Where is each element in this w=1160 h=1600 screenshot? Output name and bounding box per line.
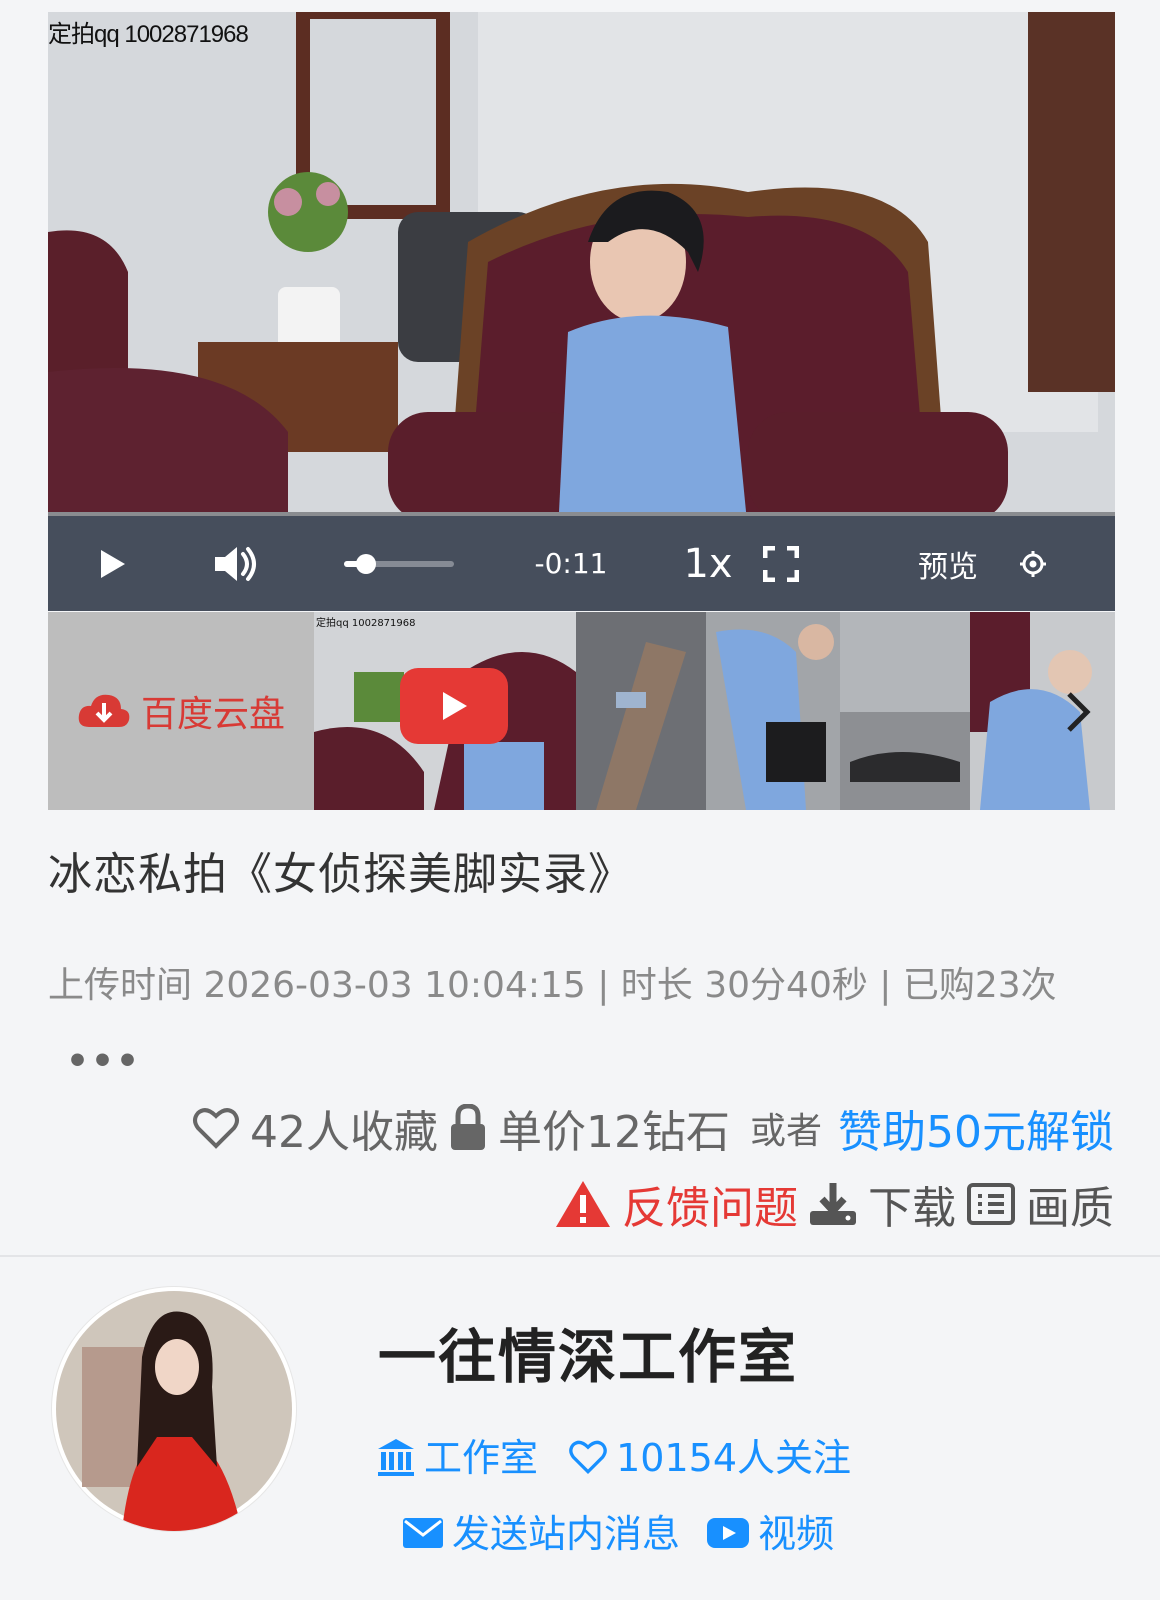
video-meta: 上传时间 2026-03-03 10:04:15 | 时长 30分40秒 | 已…: [48, 948, 1118, 1100]
volume-icon: [215, 546, 256, 581]
list-icon: [967, 1183, 1015, 1225]
thumbnail-image: [840, 612, 970, 810]
lock-icon: [450, 1104, 485, 1150]
youtube-play-icon: [443, 692, 467, 720]
studio-name[interactable]: 一往情深工作室: [378, 1310, 798, 1394]
settings-icon: [1020, 550, 1046, 577]
preview-button[interactable]: 预览: [908, 516, 988, 611]
download-icon: [810, 1183, 856, 1225]
avatar[interactable]: [52, 1287, 296, 1531]
chevron-right-icon: [1067, 692, 1091, 732]
quality-button[interactable]: 画质: [1026, 1172, 1114, 1236]
warning-icon: [556, 1181, 610, 1227]
seek-bar[interactable]: [344, 554, 454, 574]
thumbnail-2[interactable]: [576, 612, 706, 810]
volume-button[interactable]: [208, 516, 264, 611]
fullscreen-icon: [763, 545, 799, 582]
more-icon[interactable]: •••: [66, 1041, 141, 1082]
thumbnail-image: [576, 612, 706, 810]
envelope-icon: [403, 1517, 443, 1548]
settings-button[interactable]: [1008, 516, 1058, 611]
thumbnail-4[interactable]: [840, 612, 970, 810]
video-icon: [707, 1517, 750, 1548]
studio-type-label: 工作室: [424, 1436, 539, 1480]
play-icon: [101, 549, 125, 578]
remaining-time: -0:11: [534, 547, 608, 580]
sponsor-unlock-link[interactable]: 赞助50元解锁: [838, 1096, 1114, 1160]
fullscreen-button[interactable]: [756, 516, 806, 611]
studio-type-link[interactable]: 工作室: [376, 1436, 538, 1480]
unit-price: 单价12钻石: [497, 1107, 730, 1158]
seek-handle[interactable]: [356, 554, 376, 574]
or-label: 或者: [749, 1111, 822, 1152]
thumbnail-play-button[interactable]: [400, 668, 508, 744]
thumbnail-next-button[interactable]: [1048, 682, 1108, 742]
baidu-cloud-button[interactable]: 百度云盘: [48, 612, 314, 810]
thumbnail-strip: 百度云盘 定拍qq 1002871968: [48, 612, 1115, 810]
send-message-label: 发送站内消息: [452, 1512, 681, 1556]
heart-icon[interactable]: [192, 1106, 240, 1150]
baidu-label: 百度云盘: [140, 694, 285, 735]
videos-link[interactable]: 视频: [706, 1512, 834, 1556]
meta-text: 上传时间 2026-03-03 10:04:15 | 时长 30分40秒 | 已…: [48, 965, 1057, 1006]
purchase-row: 42人收藏 单价12钻石 或者 赞助50元解锁: [192, 1096, 1114, 1160]
video-watermark: 定拍qq 1002871968: [48, 21, 249, 48]
thumbnail-3[interactable]: [706, 612, 840, 810]
building-icon: [378, 1438, 414, 1476]
video-title: 冰恋私拍《女侦探美脚实录》: [48, 849, 633, 900]
videos-label: 视频: [758, 1512, 835, 1556]
video-player[interactable]: 定拍qq 1002871968 -0:11 1x 预览: [48, 12, 1115, 611]
tools-row: 反馈问题 下载 画质: [554, 1172, 1114, 1236]
feedback-button[interactable]: 反馈问题: [622, 1172, 798, 1236]
thumbnail-image: [706, 612, 840, 810]
studio-links: 工作室 10154人关注 发送站内消息 视频: [376, 1420, 1136, 1572]
avatar-image: [56, 1291, 292, 1531]
cloud-download-icon: [78, 694, 130, 727]
heart-icon: [569, 1440, 607, 1474]
favorites-count[interactable]: 42人收藏: [250, 1096, 438, 1160]
section-divider: [0, 1255, 1160, 1257]
thumbnail-watermark: 定拍qq 1002871968: [316, 618, 416, 629]
send-message-link[interactable]: 发送站内消息: [402, 1512, 680, 1556]
download-button[interactable]: 下载: [868, 1172, 956, 1236]
play-button[interactable]: [88, 516, 138, 611]
followers-count: 10154人关注: [616, 1436, 851, 1480]
follow-link[interactable]: 10154人关注: [568, 1436, 851, 1480]
playback-speed-button[interactable]: 1x: [668, 516, 748, 611]
video-controls: -0:11 1x 预览: [48, 516, 1115, 611]
